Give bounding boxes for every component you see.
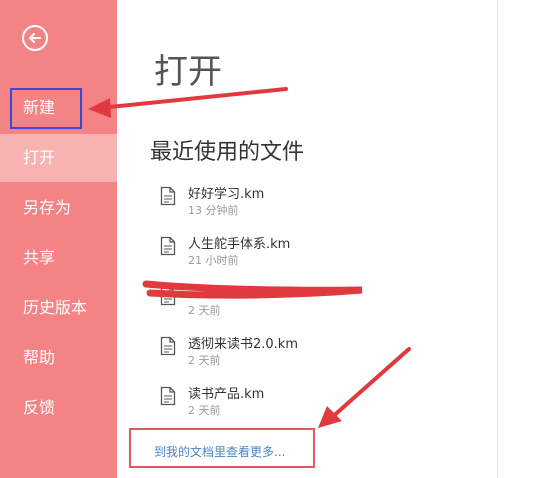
sidebar: 新建 打开 另存为 共享 历史版本 帮助 反馈: [0, 0, 117, 478]
sidebar-item-label: 帮助: [23, 348, 56, 367]
sidebar-item-label: 另存为: [23, 198, 72, 217]
back-button[interactable]: [22, 25, 48, 51]
sidebar-item-history[interactable]: 历史版本: [0, 284, 117, 332]
file-time: 2 天前: [188, 304, 221, 317]
file-time: 2 天前: [188, 354, 221, 367]
recent-file-item[interactable]: 好好学习.km 13 分钟前: [160, 183, 460, 223]
file-name: 好好学习.km: [188, 187, 265, 202]
file-time: 21 小时前: [188, 254, 239, 267]
recent-files-title: 最近使用的文件: [150, 140, 305, 165]
sidebar-item-open[interactable]: 打开: [0, 134, 117, 182]
sidebar-item-share[interactable]: 共享: [0, 234, 117, 282]
sidebar-item-help[interactable]: 帮助: [0, 334, 117, 382]
file-time: 2 天前: [188, 404, 221, 417]
file-name: 读书产品.km: [188, 387, 265, 402]
document-icon: [160, 386, 176, 406]
file-name: 透彻来读书2.0.km: [188, 337, 298, 352]
sidebar-item-feedback[interactable]: 反馈: [0, 384, 117, 432]
back-arrow-icon: [29, 33, 41, 43]
sidebar-item-label: 反馈: [23, 398, 56, 417]
sidebar-item-label: 打开: [23, 148, 56, 167]
recent-file-item[interactable]: 读书产品.km 2 天前: [160, 383, 460, 423]
sidebar-item-label: 共享: [23, 248, 56, 267]
sidebar-item-save-as[interactable]: 另存为: [0, 184, 117, 232]
page-title: 打开: [154, 52, 222, 92]
document-icon: [160, 186, 176, 206]
file-name: 人生舵手体系.km: [188, 237, 291, 252]
file-time: 13 分钟前: [188, 204, 239, 217]
recent-file-item[interactable]: 透彻来读书2.0.km 2 天前: [160, 333, 460, 373]
recent-file-item[interactable]: 2 天前: [160, 283, 460, 323]
more-link-highlight-box: [129, 428, 315, 468]
recent-file-item[interactable]: 人生舵手体系.km 21 小时前: [160, 233, 460, 273]
window-edge: [497, 0, 498, 478]
document-icon: [160, 336, 176, 356]
sidebar-item-label: 历史版本: [23, 298, 88, 317]
main-panel: 打开 最近使用的文件 好好学习.km 13 分钟前 人生舵手体系.km 21 小…: [117, 0, 497, 478]
document-icon: [160, 236, 176, 256]
document-icon: [160, 286, 176, 306]
new-highlight-box: [10, 88, 82, 129]
